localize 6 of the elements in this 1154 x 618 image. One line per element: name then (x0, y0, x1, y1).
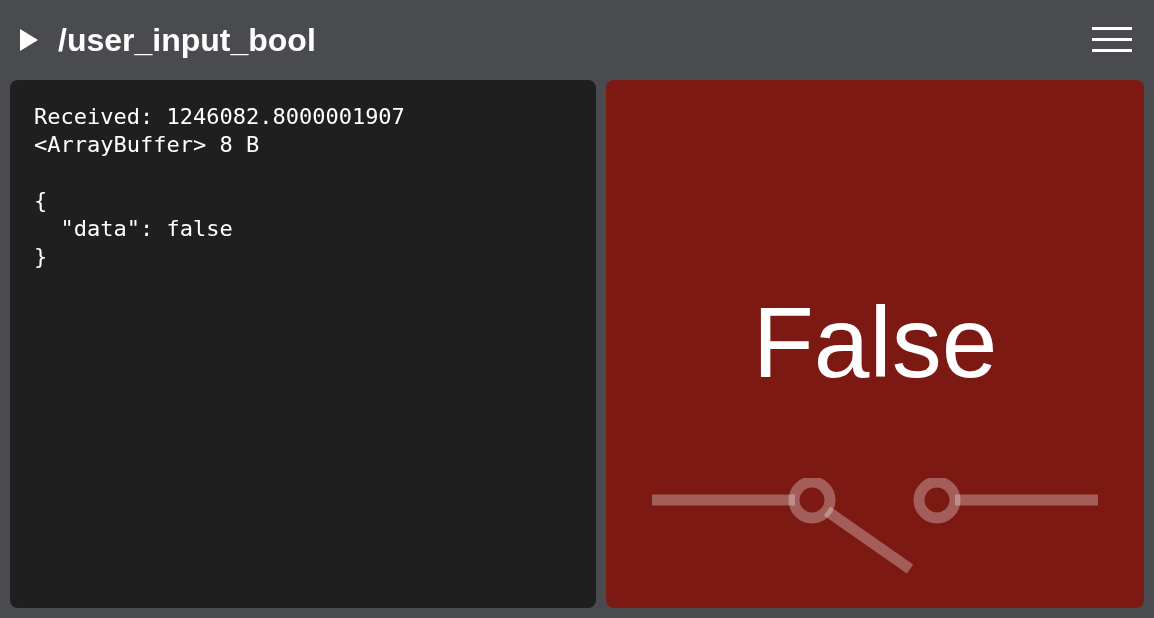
message-meta: Received: 1246082.8000001907 <ArrayBuffer> 8 B (34, 103, 406, 159)
menu-icon[interactable] (1092, 27, 1132, 53)
value-label: False (752, 292, 998, 392)
message-body: { "data": false } (34, 187, 234, 271)
play-icon[interactable] (20, 29, 38, 51)
topic-title: /user_input_bool (58, 21, 316, 60)
